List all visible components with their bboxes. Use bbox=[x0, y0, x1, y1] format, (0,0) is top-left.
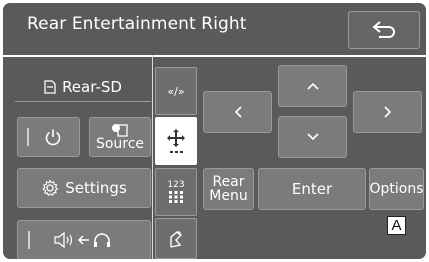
media-source-display: Rear-SD bbox=[23, 74, 143, 100]
media-divider bbox=[15, 101, 151, 102]
tab-skip-label: «/» bbox=[167, 84, 185, 98]
enter-label: Enter bbox=[291, 180, 333, 198]
rear-menu-label-line2: Menu bbox=[209, 188, 248, 204]
cursor-move-icon bbox=[167, 129, 185, 153]
callout-marker: A bbox=[387, 216, 406, 235]
right-button[interactable] bbox=[353, 91, 422, 133]
speaker-to-headphones-icon bbox=[54, 231, 110, 249]
right-arrow-icon bbox=[383, 106, 391, 118]
options-button[interactable]: Options bbox=[369, 168, 424, 210]
audio-output-button[interactable] bbox=[17, 220, 151, 259]
up-arrow-icon bbox=[306, 82, 319, 90]
power-button[interactable] bbox=[17, 117, 80, 157]
settings-label: Settings bbox=[65, 179, 127, 197]
power-icon bbox=[45, 129, 60, 146]
enter-button[interactable]: Enter bbox=[258, 168, 366, 210]
source-label: Source bbox=[95, 136, 145, 152]
media-source-label: Rear-SD bbox=[62, 78, 122, 96]
source-button[interactable]: Source bbox=[89, 117, 151, 157]
return-arrow-icon bbox=[372, 21, 395, 38]
settings-button[interactable]: Settings bbox=[17, 168, 151, 208]
tab-skip[interactable]: «/» bbox=[155, 67, 197, 115]
sd-card-icon bbox=[44, 80, 56, 94]
rear-menu-button[interactable]: Rear Menu bbox=[203, 168, 254, 210]
page-title: Rear Entertainment Right bbox=[27, 14, 247, 34]
touch-gesture-icon bbox=[170, 230, 183, 248]
tabs-divider bbox=[152, 55, 153, 259]
source-icon bbox=[112, 124, 128, 137]
tab-keypad[interactable]: 123 bbox=[155, 168, 197, 216]
number-keypad-icon bbox=[169, 191, 183, 203]
tab-keypad-label: 123 bbox=[167, 180, 185, 190]
left-button[interactable] bbox=[203, 91, 272, 133]
tab-cursor[interactable] bbox=[155, 117, 197, 165]
options-label: Options bbox=[369, 181, 424, 197]
gear-icon bbox=[42, 179, 59, 197]
down-arrow-icon bbox=[306, 133, 319, 141]
rear-menu-label-line1: Rear bbox=[212, 174, 245, 190]
left-arrow-icon bbox=[234, 106, 242, 118]
audio-indicator bbox=[28, 231, 30, 249]
header-divider bbox=[3, 55, 426, 57]
rear-entertainment-screen: Rear Entertainment Right Rear-SD Source … bbox=[3, 3, 426, 259]
power-indicator bbox=[27, 128, 29, 146]
up-button[interactable] bbox=[278, 65, 347, 107]
back-button[interactable] bbox=[348, 11, 420, 49]
tab-touch[interactable] bbox=[155, 218, 197, 259]
down-button[interactable] bbox=[278, 116, 347, 158]
